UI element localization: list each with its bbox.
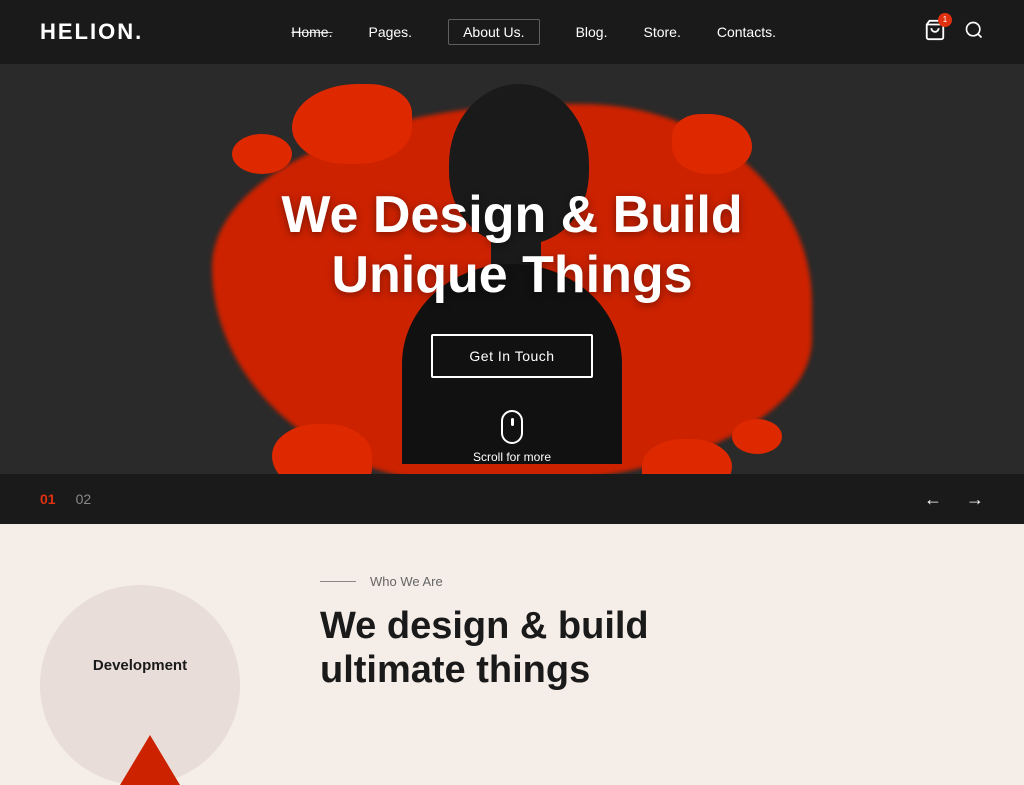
nav-blog[interactable]: Blog. [576, 24, 608, 40]
scroll-label: Scroll for more [473, 450, 551, 464]
scroll-mouse-icon [501, 410, 523, 444]
nav-store[interactable]: Store. [643, 24, 680, 40]
who-divider [320, 581, 356, 583]
slide-inactive[interactable]: 02 [76, 491, 92, 507]
logo: HELION. [40, 19, 143, 45]
cart-badge: 1 [938, 13, 952, 27]
slide-indicators: 01 02 [40, 491, 91, 507]
nav-contacts[interactable]: Contacts. [717, 24, 776, 40]
nav-arrows: ← → [924, 489, 984, 510]
cta-button[interactable]: Get In Touch [431, 334, 592, 378]
nav: Home. Pages. About Us. Blog. Store. Cont… [291, 19, 776, 45]
arrow-prev[interactable]: ← [924, 489, 942, 510]
who-label-row: Who We Are [320, 574, 984, 589]
search-icon [964, 20, 984, 40]
dev-triangle-icon [120, 735, 180, 785]
bottom-section: Development Who We Are We design & build… [0, 524, 1024, 745]
search-button[interactable] [964, 20, 984, 45]
scroll-hint: Scroll for more [212, 410, 812, 464]
nav-home[interactable]: Home. [291, 24, 332, 40]
dev-circle-wrap: Development [40, 564, 260, 785]
hero-content: We Design & Build Unique Things Get In T… [212, 186, 812, 464]
arrow-next[interactable]: → [966, 489, 984, 510]
who-title: We design & build ultimate things [320, 605, 984, 692]
nav-pages[interactable]: Pages. [368, 24, 412, 40]
slide-active[interactable]: 01 [40, 491, 56, 507]
header: HELION. Home. Pages. About Us. Blog. Sto… [0, 0, 1024, 64]
header-icons: 1 [924, 19, 984, 46]
hero-title: We Design & Build Unique Things [212, 186, 812, 306]
cart-button[interactable]: 1 [924, 19, 946, 46]
hero-section: We Design & Build Unique Things Get In T… [0, 64, 1024, 524]
who-section: Who We Are We design & build ultimate th… [320, 564, 984, 692]
dev-label: Development [93, 657, 187, 674]
who-label-text: Who We Are [370, 574, 443, 589]
nav-about[interactable]: About Us. [448, 19, 539, 45]
